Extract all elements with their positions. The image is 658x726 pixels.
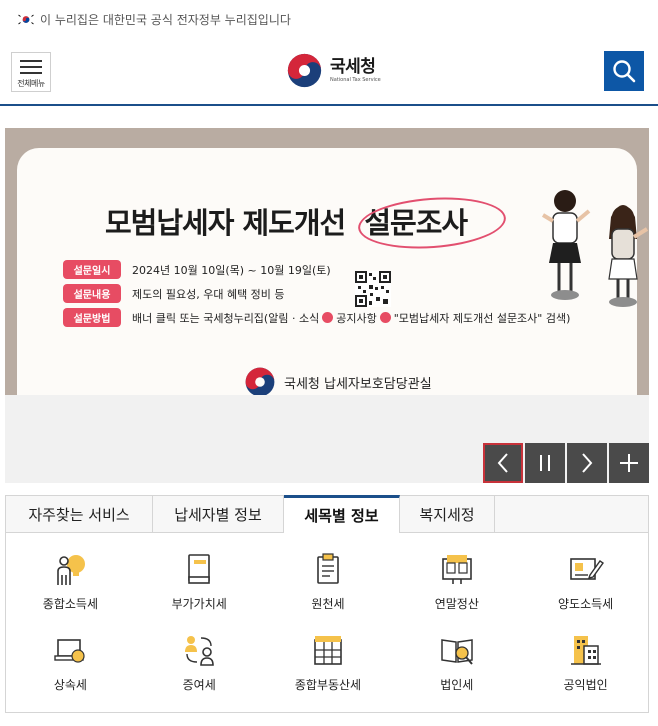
banner-tag: 설문내용 xyxy=(63,284,121,303)
plus-icon xyxy=(620,454,638,472)
buildings-icon xyxy=(570,636,601,665)
carousel-more-button[interactable] xyxy=(609,443,649,483)
building-grid-icon xyxy=(314,636,342,665)
banner-row-text: 공지사항 xyxy=(336,311,377,325)
person-bulb-icon xyxy=(57,555,86,585)
service-label: 양도소득세 xyxy=(557,597,614,611)
carousel-controls xyxy=(483,443,649,483)
hamburger-bar xyxy=(20,66,42,68)
service-item[interactable]: 법인세 xyxy=(392,622,521,703)
people-exchange-icon xyxy=(185,636,214,666)
qr-code-icon xyxy=(355,271,391,307)
banner-card: 모범납세자 제도개선 설문조사 설문일시 2024년 10월 10일(목) ~ … xyxy=(17,148,649,395)
tab-welfare-tax[interactable]: 복지세정 xyxy=(400,496,495,533)
banner-row-content: 설문내용 제도의 필요성, 우대 혜택 정비 등 xyxy=(63,284,285,303)
service-label: 종합부동산세 xyxy=(294,678,362,692)
book-search-icon xyxy=(441,639,473,665)
tab-frequent-services[interactable]: 자주찾는 서비스 xyxy=(6,496,153,533)
highlight-ring xyxy=(356,192,508,254)
logo-subtitle: National Tax Service xyxy=(330,77,381,83)
banner-row-text: "모범납세자 제도개선 설문조사" 검색) xyxy=(393,311,571,325)
tab-list: 자주찾는 서비스 납세자별 정보 세목별 정보 복지세정 xyxy=(6,495,648,533)
arrow-circle-icon xyxy=(379,312,391,323)
service-label: 연말정산 xyxy=(434,597,479,611)
service-item[interactable]: 양도소득세 xyxy=(521,541,650,622)
laptop-coin-icon xyxy=(54,639,85,663)
service-item[interactable]: 종합소득세 xyxy=(6,541,135,622)
service-item[interactable]: 공익법인 xyxy=(521,622,650,703)
carousel-next-button[interactable] xyxy=(567,443,607,483)
carousel-prev-button[interactable] xyxy=(483,443,523,483)
service-item[interactable]: 부가가치세 xyxy=(135,541,264,622)
korean-flag-icon xyxy=(17,12,35,26)
service-grid: 종합소득세 부가가치세 원천세 연말정산 양도소득세 상속세 증여세 종합부동산… xyxy=(6,541,650,703)
info-tabs-panel: 자주찾는 서비스 납세자별 정보 세목별 정보 복지세정 종합소득세 부가가치세… xyxy=(5,495,649,713)
banner-tag: 설문방법 xyxy=(63,308,121,327)
full-menu-label: 전체메뉴 xyxy=(17,79,45,88)
search-icon xyxy=(613,60,636,83)
banner-row-date: 설문일시 2024년 10월 10일(목) ~ 10월 19일(토) xyxy=(63,260,331,279)
tab-tax-item-info[interactable]: 세목별 정보 xyxy=(284,495,400,533)
clipboard-icon xyxy=(317,553,339,584)
service-item[interactable]: 상속세 xyxy=(6,622,135,703)
service-label: 공익법인 xyxy=(563,678,608,692)
document-pen-icon xyxy=(569,558,604,580)
banner-title-main: 모범납세자 제도개선 xyxy=(105,206,346,240)
service-item[interactable]: 연말정산 xyxy=(392,541,521,622)
chevron-right-icon xyxy=(582,453,593,473)
service-label: 종합소득세 xyxy=(42,597,98,611)
service-label: 법인세 xyxy=(440,678,474,692)
hamburger-bar xyxy=(20,72,42,74)
search-button[interactable] xyxy=(604,51,644,91)
banner-row-text: 제도의 필요성, 우대 혜택 정비 등 xyxy=(132,287,285,301)
book-icon xyxy=(188,554,210,584)
tab-taxpayer-info[interactable]: 납세자별 정보 xyxy=(153,496,284,533)
logo-title: 국세청 xyxy=(330,57,376,77)
service-item[interactable]: 증여세 xyxy=(135,622,264,703)
banner-carousel: 모범납세자 제도개선 설문조사 설문일시 2024년 10월 10일(목) ~ … xyxy=(5,128,649,483)
full-menu-button[interactable]: 전체메뉴 xyxy=(11,52,51,92)
banner-tag: 설문일시 xyxy=(63,260,121,279)
arrow-circle-icon xyxy=(322,312,334,323)
site-header: 전체메뉴 국세청 National Tax Service xyxy=(0,38,658,106)
banner-row-method: 설문방법 배너 클릭 또는 국세청누리집(알림 · 소식 공지사항 "모범납세자… xyxy=(63,308,570,327)
service-item[interactable]: 종합부동산세 xyxy=(264,622,393,703)
hamburger-icon xyxy=(20,60,42,62)
banner-footer: 국세청 납세자보호담당관실 xyxy=(244,366,432,395)
gov-notice-text: 이 누리집은 대한민국 공식 전자정부 누리집입니다 xyxy=(40,12,291,27)
chevron-left-icon xyxy=(497,453,508,473)
service-item[interactable]: 원천세 xyxy=(264,541,393,622)
carousel-pause-button[interactable] xyxy=(525,443,565,483)
banner-row-text: 배너 클릭 또는 국세청누리집(알림 · 소식 xyxy=(132,311,320,325)
service-label: 상속세 xyxy=(53,678,87,692)
gov-notice: 이 누리집은 대한민국 공식 전자정부 누리집입니다 xyxy=(0,0,658,38)
banner-row-text: 2024년 10월 10일(목) ~ 10월 19일(토) xyxy=(132,263,331,277)
taegeuk-logo-icon xyxy=(287,53,322,88)
banner-footer-text: 국세청 납세자보호담당관실 xyxy=(284,376,432,392)
taegeuk-logo-icon xyxy=(245,367,275,395)
banner-title: 모범납세자 제도개선 설문조사 xyxy=(105,192,508,254)
banner-survey[interactable]: 모범납세자 제도개선 설문조사 설문일시 2024년 10월 10일(목) ~ … xyxy=(5,128,649,395)
people-illustration-icon xyxy=(541,190,649,307)
service-label: 부가가치세 xyxy=(171,597,227,611)
service-label: 증여세 xyxy=(182,678,216,692)
nts-logo[interactable]: 국세청 National Tax Service xyxy=(286,52,381,89)
document-screen-icon xyxy=(441,555,472,584)
pause-icon xyxy=(540,455,550,471)
service-label: 원천세 xyxy=(311,597,345,611)
